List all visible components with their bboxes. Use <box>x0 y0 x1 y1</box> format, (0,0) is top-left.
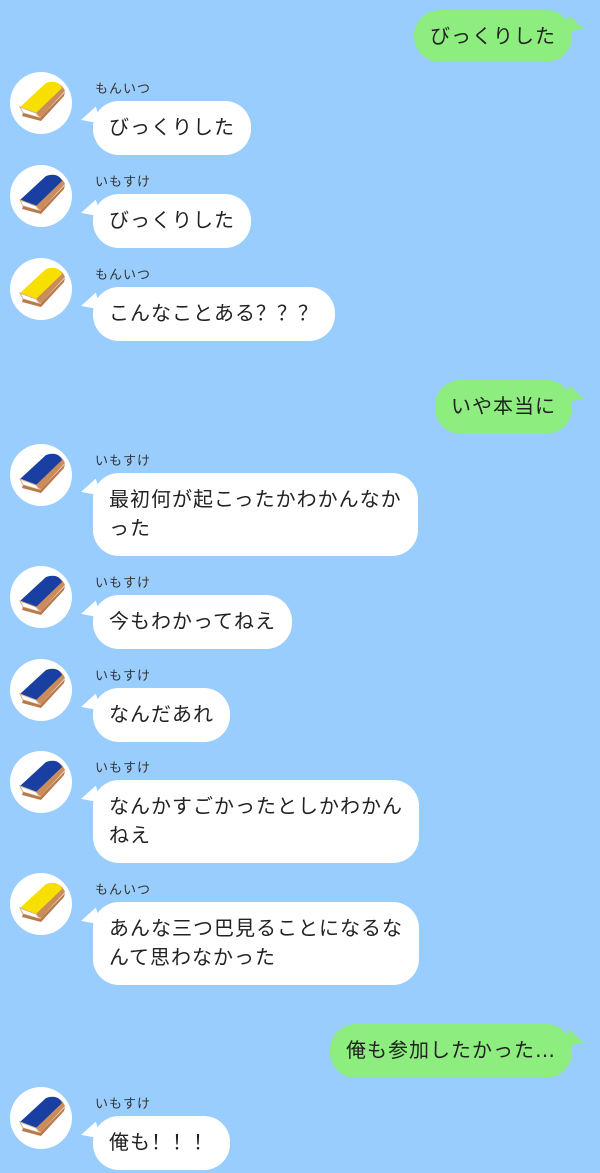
message-line: いや本当に <box>451 394 556 418</box>
message-line: った <box>109 516 151 540</box>
sender-name: いもすけ <box>95 576 152 591</box>
message-line: 最初何が起こったかわかんなか <box>109 487 402 511</box>
message-line: あんな三つ巴見ることになるな <box>109 916 403 940</box>
message-line: 俺も！！！ <box>109 1130 214 1154</box>
sender-avatar[interactable] <box>10 72 72 134</box>
message-line: びっくりした <box>109 115 235 139</box>
blue-bread-icon <box>18 575 65 615</box>
blue-bread-icon <box>18 174 65 214</box>
sender-name: もんいつ <box>95 268 152 283</box>
incoming-message-bubble[interactable]: なんだあれ <box>93 688 230 742</box>
message-line: んて思わなかった <box>109 945 276 969</box>
incoming-message-bubble[interactable]: あんな三つ巴見ることになるな んて思わなかった <box>93 902 419 985</box>
sender-avatar[interactable] <box>10 444 72 506</box>
sender-name: もんいつ <box>95 82 152 97</box>
sender-name: もんいつ <box>95 883 152 898</box>
yellow-bread-icon <box>18 267 65 307</box>
incoming-message-bubble[interactable]: 最初何が起こったかわかんなか った <box>93 473 418 556</box>
incoming-message-bubble[interactable]: 俺も！！！ <box>93 1116 230 1170</box>
incoming-message-bubble[interactable]: びっくりした <box>93 101 251 155</box>
sender-avatar[interactable] <box>10 659 72 721</box>
blue-bread-icon <box>18 668 65 708</box>
sender-name: いもすけ <box>95 454 152 469</box>
message-line: こんなことある？？？ <box>109 301 319 325</box>
incoming-message-bubble[interactable]: 今もわかってねえ <box>93 595 292 649</box>
yellow-bread-icon <box>18 81 65 121</box>
sender-name: いもすけ <box>95 175 152 190</box>
yellow-bread-icon <box>18 882 65 922</box>
outgoing-message-bubble[interactable]: 俺も参加したかった… <box>330 1024 572 1078</box>
incoming-message-bubble[interactable]: びっくりした <box>93 194 251 248</box>
sender-name: いもすけ <box>95 1097 152 1112</box>
incoming-message-bubble[interactable]: こんなことある？？？ <box>93 287 335 341</box>
message-line: ねえ <box>109 823 151 847</box>
sender-name: いもすけ <box>95 669 152 684</box>
blue-bread-icon <box>18 1096 65 1136</box>
sender-avatar[interactable] <box>10 873 72 935</box>
sender-avatar[interactable] <box>10 1087 72 1149</box>
incoming-message-bubble[interactable]: なんかすごかったとしかわかん ねえ <box>93 780 419 863</box>
message-line: びっくりした <box>430 24 556 48</box>
message-line: なんかすごかったとしかわかん <box>109 794 403 818</box>
sender-avatar[interactable] <box>10 566 72 628</box>
message-line: 今もわかってねえ <box>109 609 276 633</box>
sender-avatar[interactable] <box>10 751 72 813</box>
blue-bread-icon <box>18 760 65 800</box>
sender-avatar[interactable] <box>10 258 72 320</box>
blue-bread-icon <box>18 453 65 493</box>
message-line: なんだあれ <box>109 702 214 726</box>
chat-area[interactable]: びっくりした もんいつ びっくりした いもすけ びっくりした もんいつ こんなこ… <box>0 0 600 1173</box>
message-line: びっくりした <box>109 208 235 232</box>
outgoing-message-bubble[interactable]: びっくりした <box>414 10 572 62</box>
sender-name: いもすけ <box>95 761 152 776</box>
message-line: 俺も参加したかった… <box>346 1038 556 1062</box>
sender-avatar[interactable] <box>10 165 72 227</box>
outgoing-message-bubble[interactable]: いや本当に <box>435 380 572 434</box>
